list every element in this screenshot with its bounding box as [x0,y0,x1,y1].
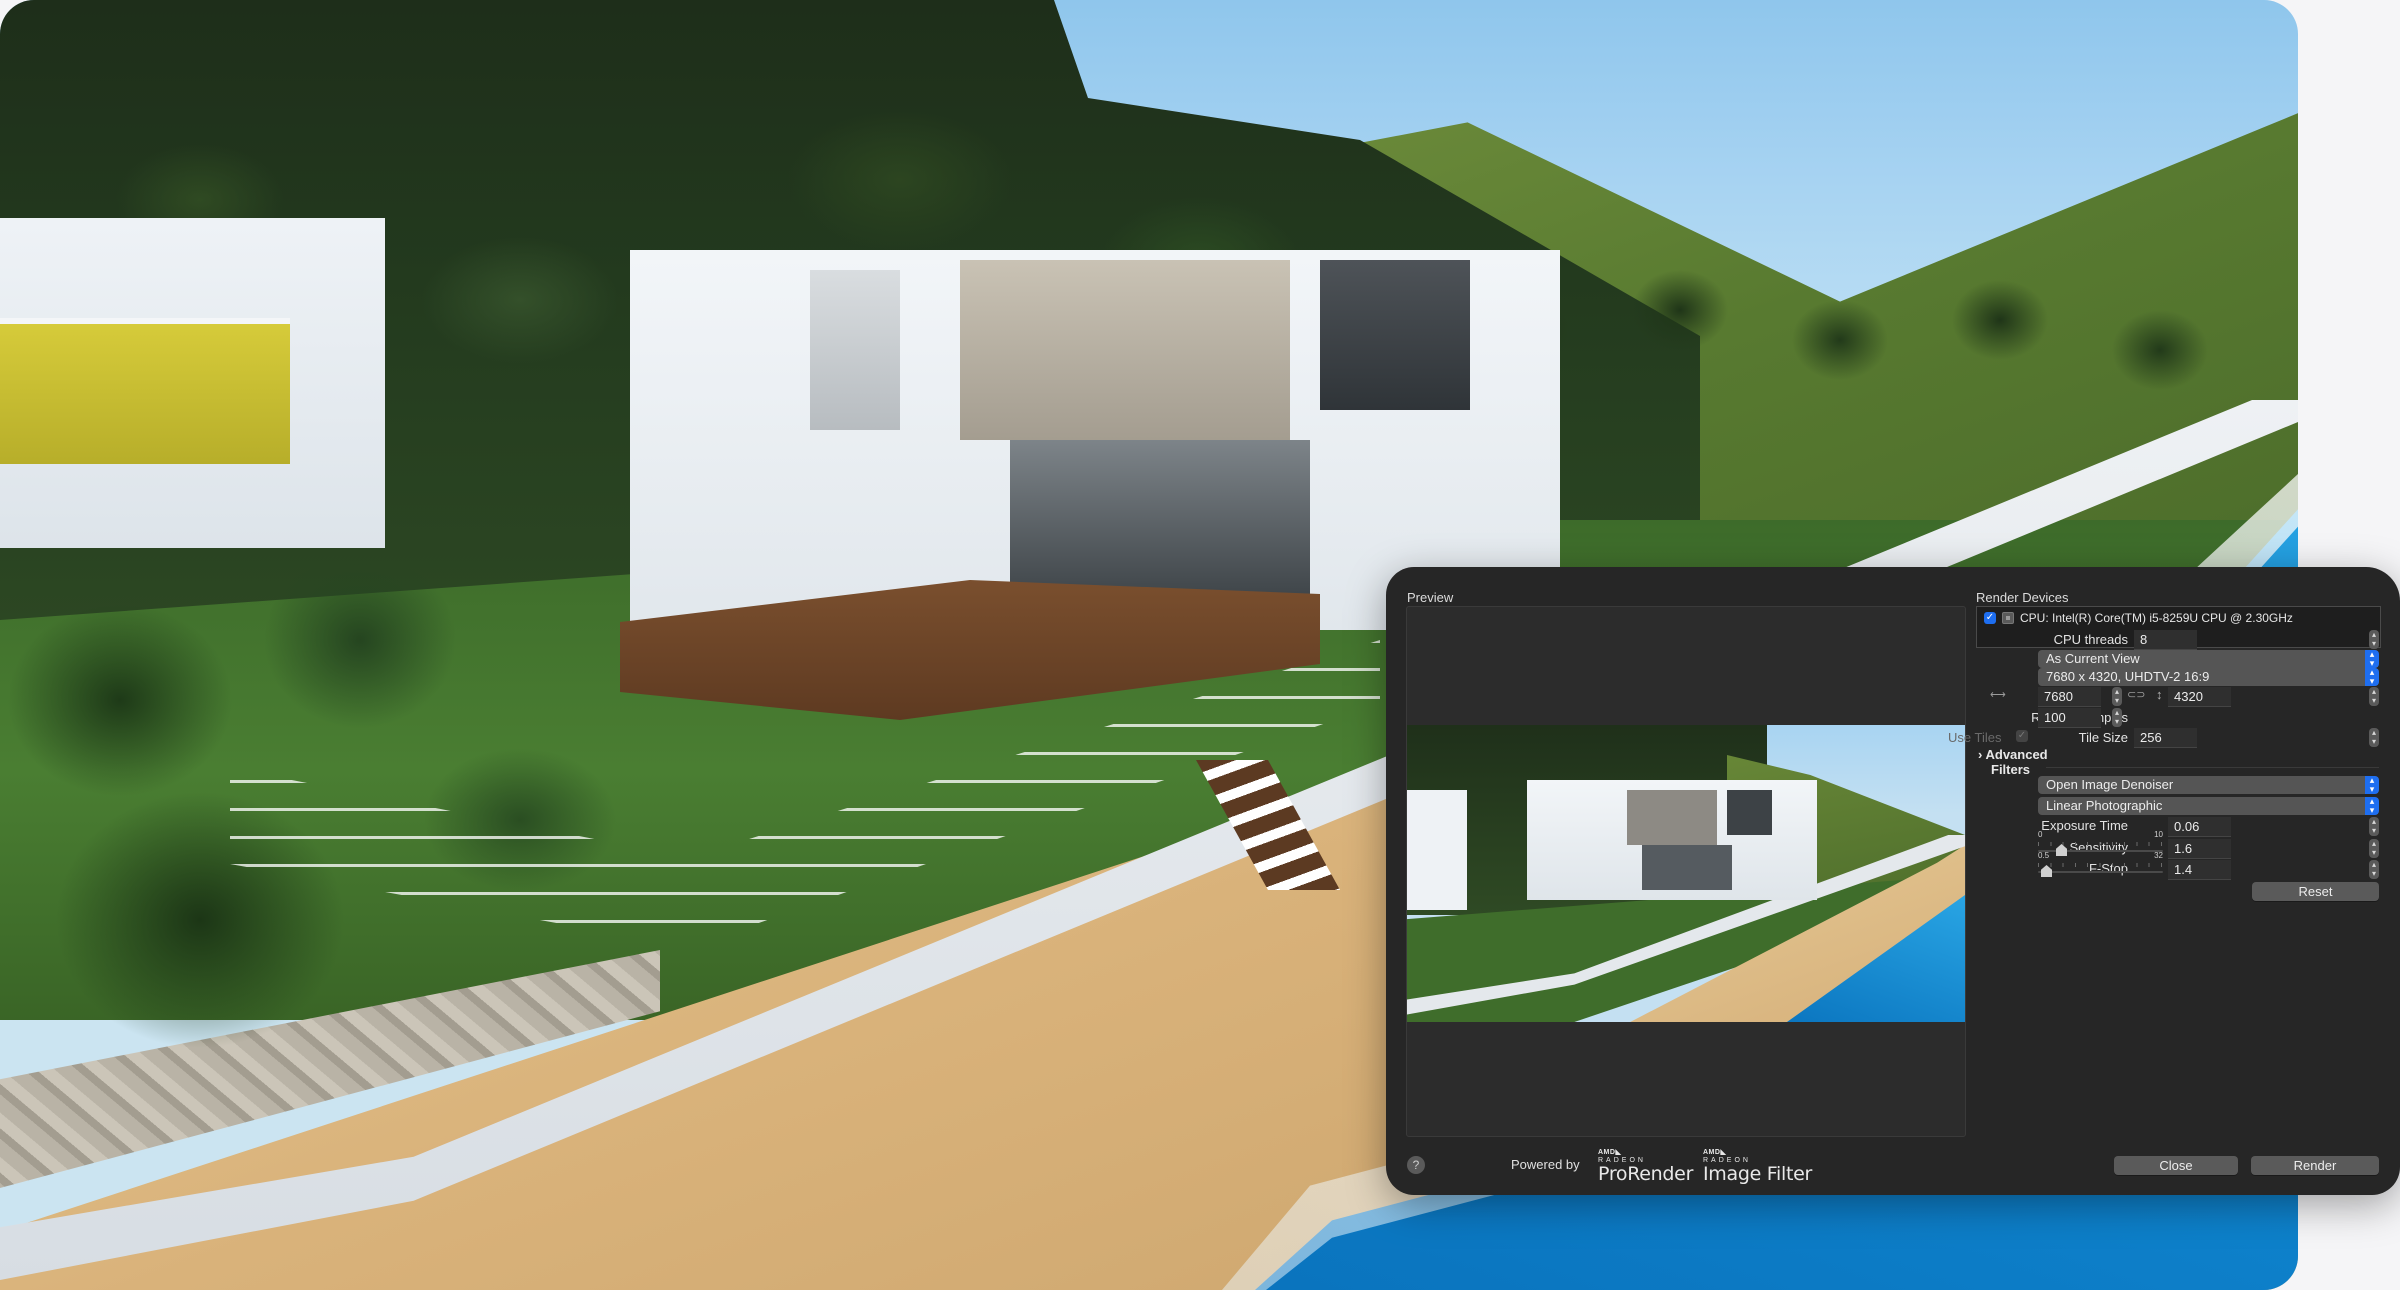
resolution-select[interactable]: 7680 x 4320, UHDTV-2 16:9 ▴ ▾ [2038,668,2379,686]
tile-size-stepper[interactable]: ▴ ▾ [2369,728,2379,747]
use-tiles-checkbox[interactable]: ✓ [2016,730,2028,742]
thumb-villa-glass [1642,845,1732,890]
cpu-chip-icon [2002,612,2014,624]
denoise-select[interactable]: Open Image Denoiser ▴ ▾ [2038,776,2379,794]
advanced-disclosure[interactable]: › Advanced [1978,747,2048,762]
slider-max-label: 10 [2154,830,2163,839]
slider-ticks [2038,863,2163,867]
slider-min-label: 0 [2038,830,2043,839]
height-stepper[interactable]: ▴ ▾ [2369,687,2379,706]
thumb-villa-glass [1627,790,1717,845]
device-checkbox[interactable]: ✓ [1984,612,1996,624]
fstop-slider[interactable]: 0.5 32 [2038,851,2163,879]
preview-thumbnail [1407,725,1965,1022]
cpu-threads-input[interactable]: 8 [2134,630,2197,650]
slider-track [2038,871,2163,873]
cpu-threads-stepper[interactable]: ▴ ▾ [2369,630,2379,649]
select-caret-icon: ▴ ▾ [2365,776,2379,794]
sensitivity-input[interactable]: 1.6 [2168,839,2231,859]
chain-link-icon[interactable]: ⊂⊃ [2127,688,2145,701]
radeon-image-filter-logo: AMD◣ RADEON Image Filter [1703,1149,1812,1184]
thumb-house-left [1407,790,1467,910]
thumb-villa-glass [1727,790,1772,835]
preview-title: Preview [1407,590,1454,605]
camera-select[interactable]: As Current View ▴ ▾ [2038,650,2379,668]
render-samples-stepper[interactable]: ▴ ▾ [2112,708,2122,727]
render-devices-title: Render Devices [1976,590,2069,605]
fstop-input[interactable]: 1.4 [2168,860,2231,880]
resolution-select-value: 7680 x 4320, UHDTV-2 16:9 [2046,669,2210,684]
villa-glass [960,260,1290,440]
help-button[interactable]: ? [1407,1156,1425,1174]
amd-logo-text: AMD◣ [1598,1149,1622,1156]
fstop-stepper[interactable]: ▴ ▾ [2369,860,2379,879]
image-filter-logo-text: Image Filter [1703,1163,1812,1185]
villa-glass [1320,260,1470,410]
resolution-height-input[interactable]: 4320 [2168,687,2231,707]
select-caret-icon: ▴ ▾ [2365,668,2379,686]
width-arrows-icon: ⟷ [1990,689,2006,701]
device-item-cpu[interactable]: ✓ CPU: Intel(R) Core(TM) i5-8259U CPU @ … [1984,611,2293,625]
villa-glass [1010,440,1310,600]
thumb-villa [1527,780,1817,900]
exposure-time-input[interactable]: 0.06 [2168,817,2231,837]
render-samples-input[interactable]: 100 [2038,708,2101,728]
question-mark-icon: ? [1412,1158,1420,1172]
denoise-select-value: Open Image Denoiser [2046,777,2174,792]
filters-divider [2046,767,2379,768]
tonemap-select[interactable]: Linear Photographic ▴ ▾ [2038,797,2379,815]
slider-max-label: 32 [2154,851,2163,860]
scene-house-left-window [0,318,290,464]
cpu-threads-label: CPU threads [2053,632,2128,647]
width-stepper[interactable]: ▴ ▾ [2112,687,2122,706]
camera-select-value: As Current View [2046,651,2140,666]
radeon-prorender-logo: AMD◣ RADEON ProRender [1598,1149,1693,1184]
tile-size-label: Tile Size [2078,730,2128,745]
preview-panel [1406,606,1966,1137]
resolution-width-input[interactable]: 7680 [2038,687,2101,707]
prorender-logo-text: ProRender [1598,1163,1694,1185]
use-tiles-label: Use Tiles [1948,730,2002,745]
villa-glass [810,270,900,430]
reset-button[interactable]: Reset [2252,882,2379,901]
render-dialog: Preview Render Devices ✓ CPU: Intel(R) C… [1386,567,2400,1195]
slider-ticks [2038,842,2163,846]
tonemap-select-value: Linear Photographic [2046,798,2163,813]
exposure-time-label: Exposure Time [2041,818,2128,833]
amd-logo-text: AMD◣ [1703,1149,1727,1156]
height-arrows-icon: ↕ [2156,687,2163,702]
slider-min-label: 0.5 [2038,851,2050,860]
tile-size-input[interactable]: 256 [2134,728,2197,748]
select-caret-icon: ▴ ▾ [2365,797,2379,815]
powered-by-label: Powered by [1511,1157,1580,1172]
advanced-label: Advanced [1985,747,2048,762]
select-caret-icon: ▴ ▾ [2365,650,2379,668]
filters-title: Filters [1991,762,2031,777]
close-button[interactable]: Close [2114,1156,2238,1175]
chevron-right-icon: › [1978,747,1983,762]
render-button[interactable]: Render [2251,1156,2379,1175]
scene-house-left [0,218,385,548]
sensitivity-stepper[interactable]: ▴ ▾ [2369,839,2379,858]
device-label: CPU: Intel(R) Core(TM) i5-8259U CPU @ 2.… [2020,611,2293,625]
exposure-time-stepper[interactable]: ▴ ▾ [2369,817,2379,836]
